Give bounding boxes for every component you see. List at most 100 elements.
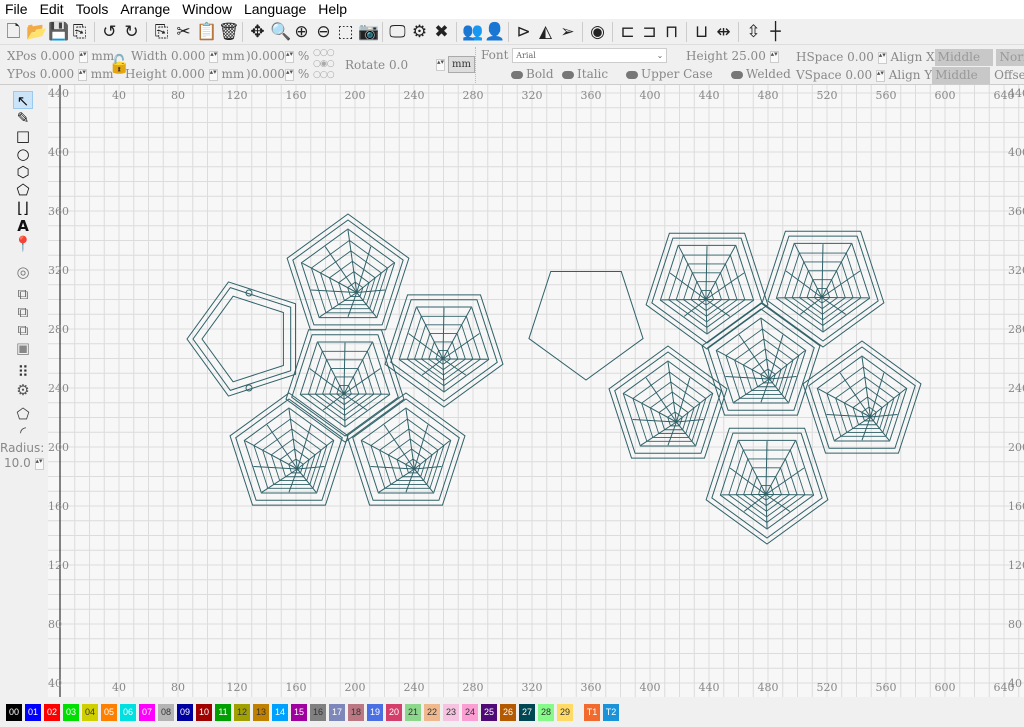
menu-edit[interactable]: Edit: [35, 0, 71, 19]
palette-swatch-16[interactable]: 16: [310, 703, 326, 721]
aligny-select[interactable]: Middle: [932, 67, 991, 84]
rectangle-icon[interactable]: □: [13, 127, 33, 145]
anchor-grid[interactable]: ○○○ ○◉○ ○○○: [313, 48, 335, 81]
group-icon[interactable]: 👥: [462, 22, 483, 42]
select-region-icon[interactable]: ⬚: [336, 22, 355, 42]
weld-icon[interactable]: ▣: [13, 339, 33, 357]
palette-swatch-22[interactable]: 22: [424, 703, 440, 721]
text-height-field[interactable]: 25.00: [731, 49, 765, 63]
height-field[interactable]: 0.000: [170, 67, 204, 81]
edit-nodes-icon[interactable]: ⬠: [13, 181, 33, 199]
palette-swatch-10[interactable]: 10: [196, 703, 212, 721]
palette-swatch-11[interactable]: 11: [215, 703, 231, 721]
menu-help[interactable]: Help: [313, 0, 354, 19]
save-icon[interactable]: 💾: [48, 22, 69, 42]
palette-swatch-17[interactable]: 17: [329, 703, 345, 721]
xpos-spinner[interactable]: ▴▾: [78, 50, 88, 63]
width-field[interactable]: 0.000: [171, 49, 205, 63]
radius-field[interactable]: 10.0: [4, 456, 31, 470]
menu-language[interactable]: Language: [239, 0, 313, 19]
pencil-icon[interactable]: ✎: [13, 109, 33, 127]
zoom-out-icon[interactable]: ⊖: [314, 22, 333, 42]
offset-icon[interactable]: ◎: [13, 263, 33, 281]
palette-swatch-15[interactable]: 15: [291, 703, 307, 721]
alignx-select[interactable]: Middle: [934, 49, 993, 66]
ellipse-icon[interactable]: ○: [13, 145, 33, 163]
menu-window[interactable]: Window: [177, 0, 239, 19]
rotate-field[interactable]: 0.0: [389, 58, 408, 72]
normal-select[interactable]: Norma: [996, 49, 1024, 66]
settings-icon[interactable]: ⚙: [410, 22, 429, 42]
design-canvas[interactable]: 40 40 80 80 120 120 160 160 200 200 240 240 280 280 32…: [48, 85, 1024, 697]
boolean-intersect-icon[interactable]: ⧉: [13, 321, 33, 339]
camera-icon[interactable]: 📷: [358, 22, 379, 42]
scale-width-field[interactable]: )0.000: [246, 49, 285, 63]
palette-swatch-03[interactable]: 03: [63, 703, 79, 721]
palette-swatch-25[interactable]: 25: [481, 703, 497, 721]
boolean-subtract-icon[interactable]: ⧉: [13, 303, 33, 321]
radius-spinner[interactable]: ▴▾: [34, 457, 44, 470]
italic-toggle[interactable]: Italic: [562, 67, 608, 81]
menu-tools[interactable]: Tools: [71, 0, 116, 19]
circular-array-icon[interactable]: ⚙: [13, 381, 33, 399]
select-tool-icon[interactable]: ↖: [13, 91, 33, 110]
height-spinner[interactable]: ▴▾: [208, 68, 218, 81]
target-icon[interactable]: ◉: [588, 22, 607, 42]
user-icon[interactable]: 👤: [484, 22, 505, 42]
scale-width-spinner[interactable]: ▴▾: [285, 50, 295, 63]
palette-swatch-01[interactable]: 01: [25, 703, 41, 721]
palette-swatch-27[interactable]: 27: [519, 703, 535, 721]
canvas-svg[interactable]: 40 40 80 80 120 120 160 160 200 200 240 240 280 280 32…: [48, 85, 1024, 697]
hspace-spinner[interactable]: ▴▾: [877, 51, 887, 64]
welded-toggle[interactable]: Welded: [731, 67, 791, 81]
send-icon[interactable]: ➢: [558, 22, 577, 42]
palette-swatch-14[interactable]: 14: [272, 703, 288, 721]
menu-file[interactable]: File: [0, 0, 35, 19]
palette-swatch-08[interactable]: 08: [158, 703, 174, 721]
align-middle-icon[interactable]: ⊔: [692, 22, 711, 42]
palette-swatch-09[interactable]: 09: [177, 703, 193, 721]
undo-icon[interactable]: ↺: [100, 22, 119, 42]
palette-swatch-21[interactable]: 21: [405, 703, 421, 721]
mirror-h-icon[interactable]: ⊳: [514, 22, 533, 42]
dock-icon[interactable]: ┼: [766, 22, 785, 42]
align-center-icon[interactable]: ⊐: [640, 22, 659, 42]
fillet-icon[interactable]: ⬠: [13, 405, 33, 423]
scale-height-spinner[interactable]: ▴▾: [285, 68, 295, 81]
palette-swatch-29[interactable]: 29: [557, 703, 573, 721]
position-laser-icon[interactable]: ⌊⌋: [13, 199, 33, 217]
polygon-icon[interactable]: ⬡: [13, 163, 33, 181]
distribute-v-icon[interactable]: ⇳: [744, 22, 763, 42]
monitor-icon[interactable]: 🖵: [388, 22, 407, 42]
paste-icon[interactable]: 📋: [196, 22, 217, 42]
vspace-spinner[interactable]: ▴▾: [875, 69, 885, 82]
ypos-spinner[interactable]: ▴▾: [77, 68, 87, 81]
align-left-icon[interactable]: ⊏: [618, 22, 637, 42]
vspace-field[interactable]: 0.00: [845, 68, 872, 82]
hspace-field[interactable]: 0.00: [847, 50, 874, 64]
distribute-h-icon[interactable]: ⇹: [714, 22, 733, 42]
palette-swatch-13[interactable]: 13: [253, 703, 269, 721]
bold-toggle[interactable]: Bold: [511, 67, 554, 81]
palette-swatch-28[interactable]: 28: [538, 703, 554, 721]
palette-swatch-23[interactable]: 23: [443, 703, 459, 721]
units-button[interactable]: mm: [448, 56, 475, 73]
cut-icon[interactable]: ✂: [174, 22, 193, 42]
scale-height-field[interactable]: )0.000: [246, 67, 285, 81]
zoom-fit-icon[interactable]: 🔍: [270, 22, 291, 42]
zoom-in-icon[interactable]: ⊕: [292, 22, 311, 42]
palette-swatch-07[interactable]: 07: [139, 703, 155, 721]
boolean-union-icon[interactable]: ⧉: [13, 285, 33, 303]
palette-swatch-T2[interactable]: T2: [603, 703, 619, 721]
grid-array-icon[interactable]: ⠿: [13, 363, 33, 381]
palette-swatch-24[interactable]: 24: [462, 703, 478, 721]
rotate-spinner[interactable]: ▴▾: [436, 58, 445, 71]
palette-swatch-02[interactable]: 02: [44, 703, 60, 721]
mirror-v-icon[interactable]: ◭: [536, 22, 555, 42]
corner-radius-icon[interactable]: ◜: [13, 423, 33, 441]
palette-swatch-T1[interactable]: T1: [584, 703, 600, 721]
width-spinner[interactable]: ▴▾: [209, 50, 219, 63]
align-top-icon[interactable]: ⊓: [662, 22, 681, 42]
tools-icon[interactable]: ✖: [432, 22, 451, 42]
delete-icon[interactable]: 🗑: [218, 22, 240, 42]
